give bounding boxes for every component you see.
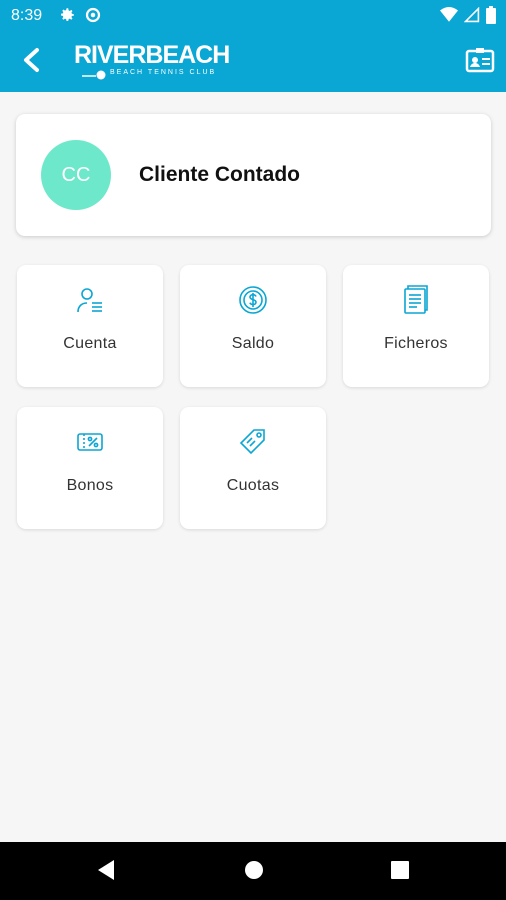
back-button[interactable] xyxy=(16,46,48,78)
navigation-bar xyxy=(0,842,506,900)
menu-label: Cuenta xyxy=(63,335,117,352)
status-bar: 8:39 xyxy=(0,0,506,32)
logo-subtitle: BEACH TENNIS CLUB xyxy=(110,69,217,76)
tennis-ball-icon xyxy=(82,67,108,80)
menu-tile-bonos[interactable]: Bonos xyxy=(17,407,163,529)
percent-ticket-icon xyxy=(75,427,105,457)
nav-recents-button[interactable] xyxy=(387,859,413,885)
avatar: CC xyxy=(41,140,111,210)
id-card-button[interactable] xyxy=(464,46,496,78)
menu-label: Ficheros xyxy=(384,335,448,352)
menu-tile-cuenta[interactable]: Cuenta xyxy=(17,265,163,387)
back-arrow-icon xyxy=(21,47,43,78)
battery-icon xyxy=(486,6,496,29)
gear-icon xyxy=(58,6,76,29)
menu-tile-ficheros[interactable]: Ficheros xyxy=(343,265,489,387)
id-card-icon xyxy=(465,47,495,78)
menu-tile-cuotas[interactable]: Cuotas xyxy=(180,407,326,529)
app-bar: RIVERBEACH BEACH TENNIS CLUB xyxy=(0,32,506,92)
price-tag-icon xyxy=(238,427,268,457)
menu-label: Saldo xyxy=(231,335,275,352)
menu-label: Bonos xyxy=(66,477,114,494)
document-icon xyxy=(401,285,431,315)
status-left-icons xyxy=(58,6,102,29)
nav-back-button[interactable] xyxy=(93,859,119,885)
menu-label: Cuotas xyxy=(226,477,280,494)
menu-tile-saldo[interactable]: Saldo xyxy=(180,265,326,387)
home-circle-icon xyxy=(243,859,265,886)
data-saver-icon xyxy=(84,6,102,29)
wifi-icon xyxy=(440,7,458,28)
logo-title: RIVERBEACH xyxy=(74,41,230,69)
profile-card[interactable]: CC Cliente Contado xyxy=(16,114,491,236)
status-right-icons xyxy=(440,6,496,29)
app-logo: RIVERBEACH BEACH TENNIS CLUB xyxy=(74,42,234,82)
recents-square-icon xyxy=(390,860,410,885)
coin-dollar-icon xyxy=(238,285,268,315)
back-triangle-icon xyxy=(96,859,116,886)
signal-icon xyxy=(463,6,480,28)
avatar-initials: CC xyxy=(61,163,91,186)
profile-name: Cliente Contado xyxy=(139,163,300,186)
user-list-icon xyxy=(75,285,105,315)
nav-home-button[interactable] xyxy=(241,859,267,885)
status-time: 8:39 xyxy=(11,7,43,24)
